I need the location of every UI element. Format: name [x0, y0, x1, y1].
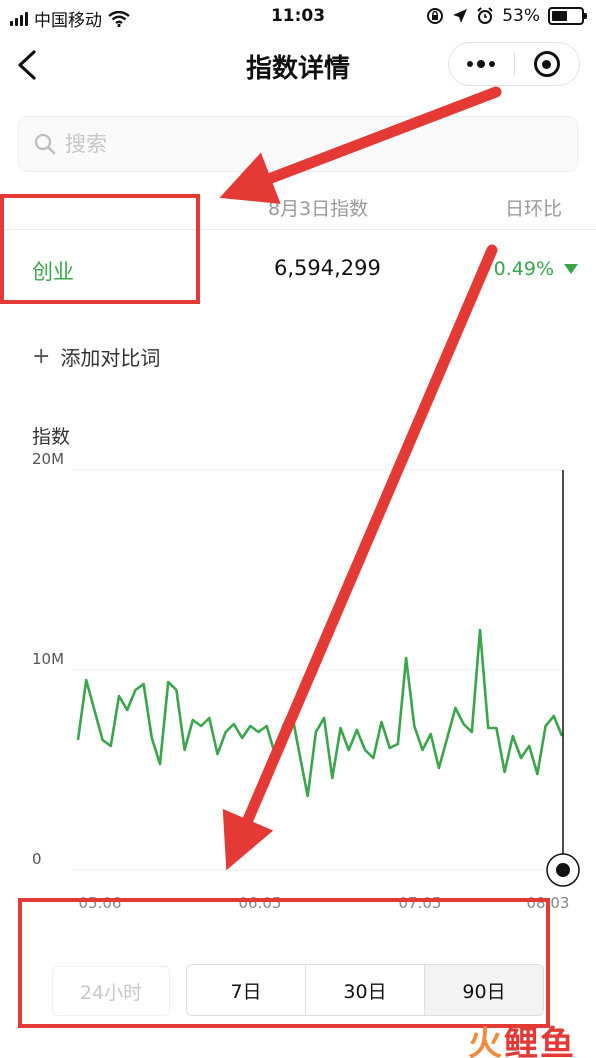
status-bar: 中国移动 11:03 53% [0, 0, 596, 34]
ratio-column-header: 日环比 [504, 198, 562, 220]
add-compare-label: 添加对比词 [60, 346, 161, 370]
miniprogram-capsule [448, 42, 580, 86]
alarm-icon [477, 7, 493, 24]
brand-logo: 火鲤鱼 [468, 1024, 576, 1058]
target-icon [533, 51, 560, 77]
cursor-handle-dot [556, 863, 570, 877]
y-tick-label: 0 [32, 850, 42, 868]
more-dots-icon[interactable] [449, 43, 514, 85]
date-column-header: 8月3日指数 [268, 198, 369, 220]
add-compare-button[interactable]: + 添加对比词 [32, 342, 160, 371]
battery-level [552, 11, 567, 21]
index-value: 6,594,299 [274, 256, 381, 280]
search-icon [34, 133, 56, 155]
status-right: 53% [426, 6, 587, 26]
close-miniprogram-button[interactable] [515, 43, 580, 85]
battery-icon [548, 7, 587, 25]
annotation-box-keyword [0, 194, 200, 304]
search-bar[interactable] [18, 116, 578, 172]
series-line [76, 628, 564, 798]
index-trend-chart[interactable]: 20M10M005.06 06.05 07.05 08.03 [0, 450, 596, 920]
y-tick-label: 20M [32, 450, 64, 468]
search-input[interactable] [65, 132, 545, 156]
annotation-box-range [18, 898, 550, 1028]
y-tick-label: 10M [32, 650, 64, 668]
chart-y-axis-label: 指数 [32, 426, 71, 448]
plus-icon: + [32, 344, 51, 369]
location-icon [453, 9, 468, 23]
change-indicator: 0.49% [494, 258, 578, 280]
orientation-lock-icon [427, 8, 444, 24]
nav-bar: 指数详情 [0, 36, 596, 94]
down-arrow-icon [564, 264, 578, 274]
change-percent: 0.49% [493, 258, 554, 280]
battery-percent: 53% [502, 6, 540, 26]
